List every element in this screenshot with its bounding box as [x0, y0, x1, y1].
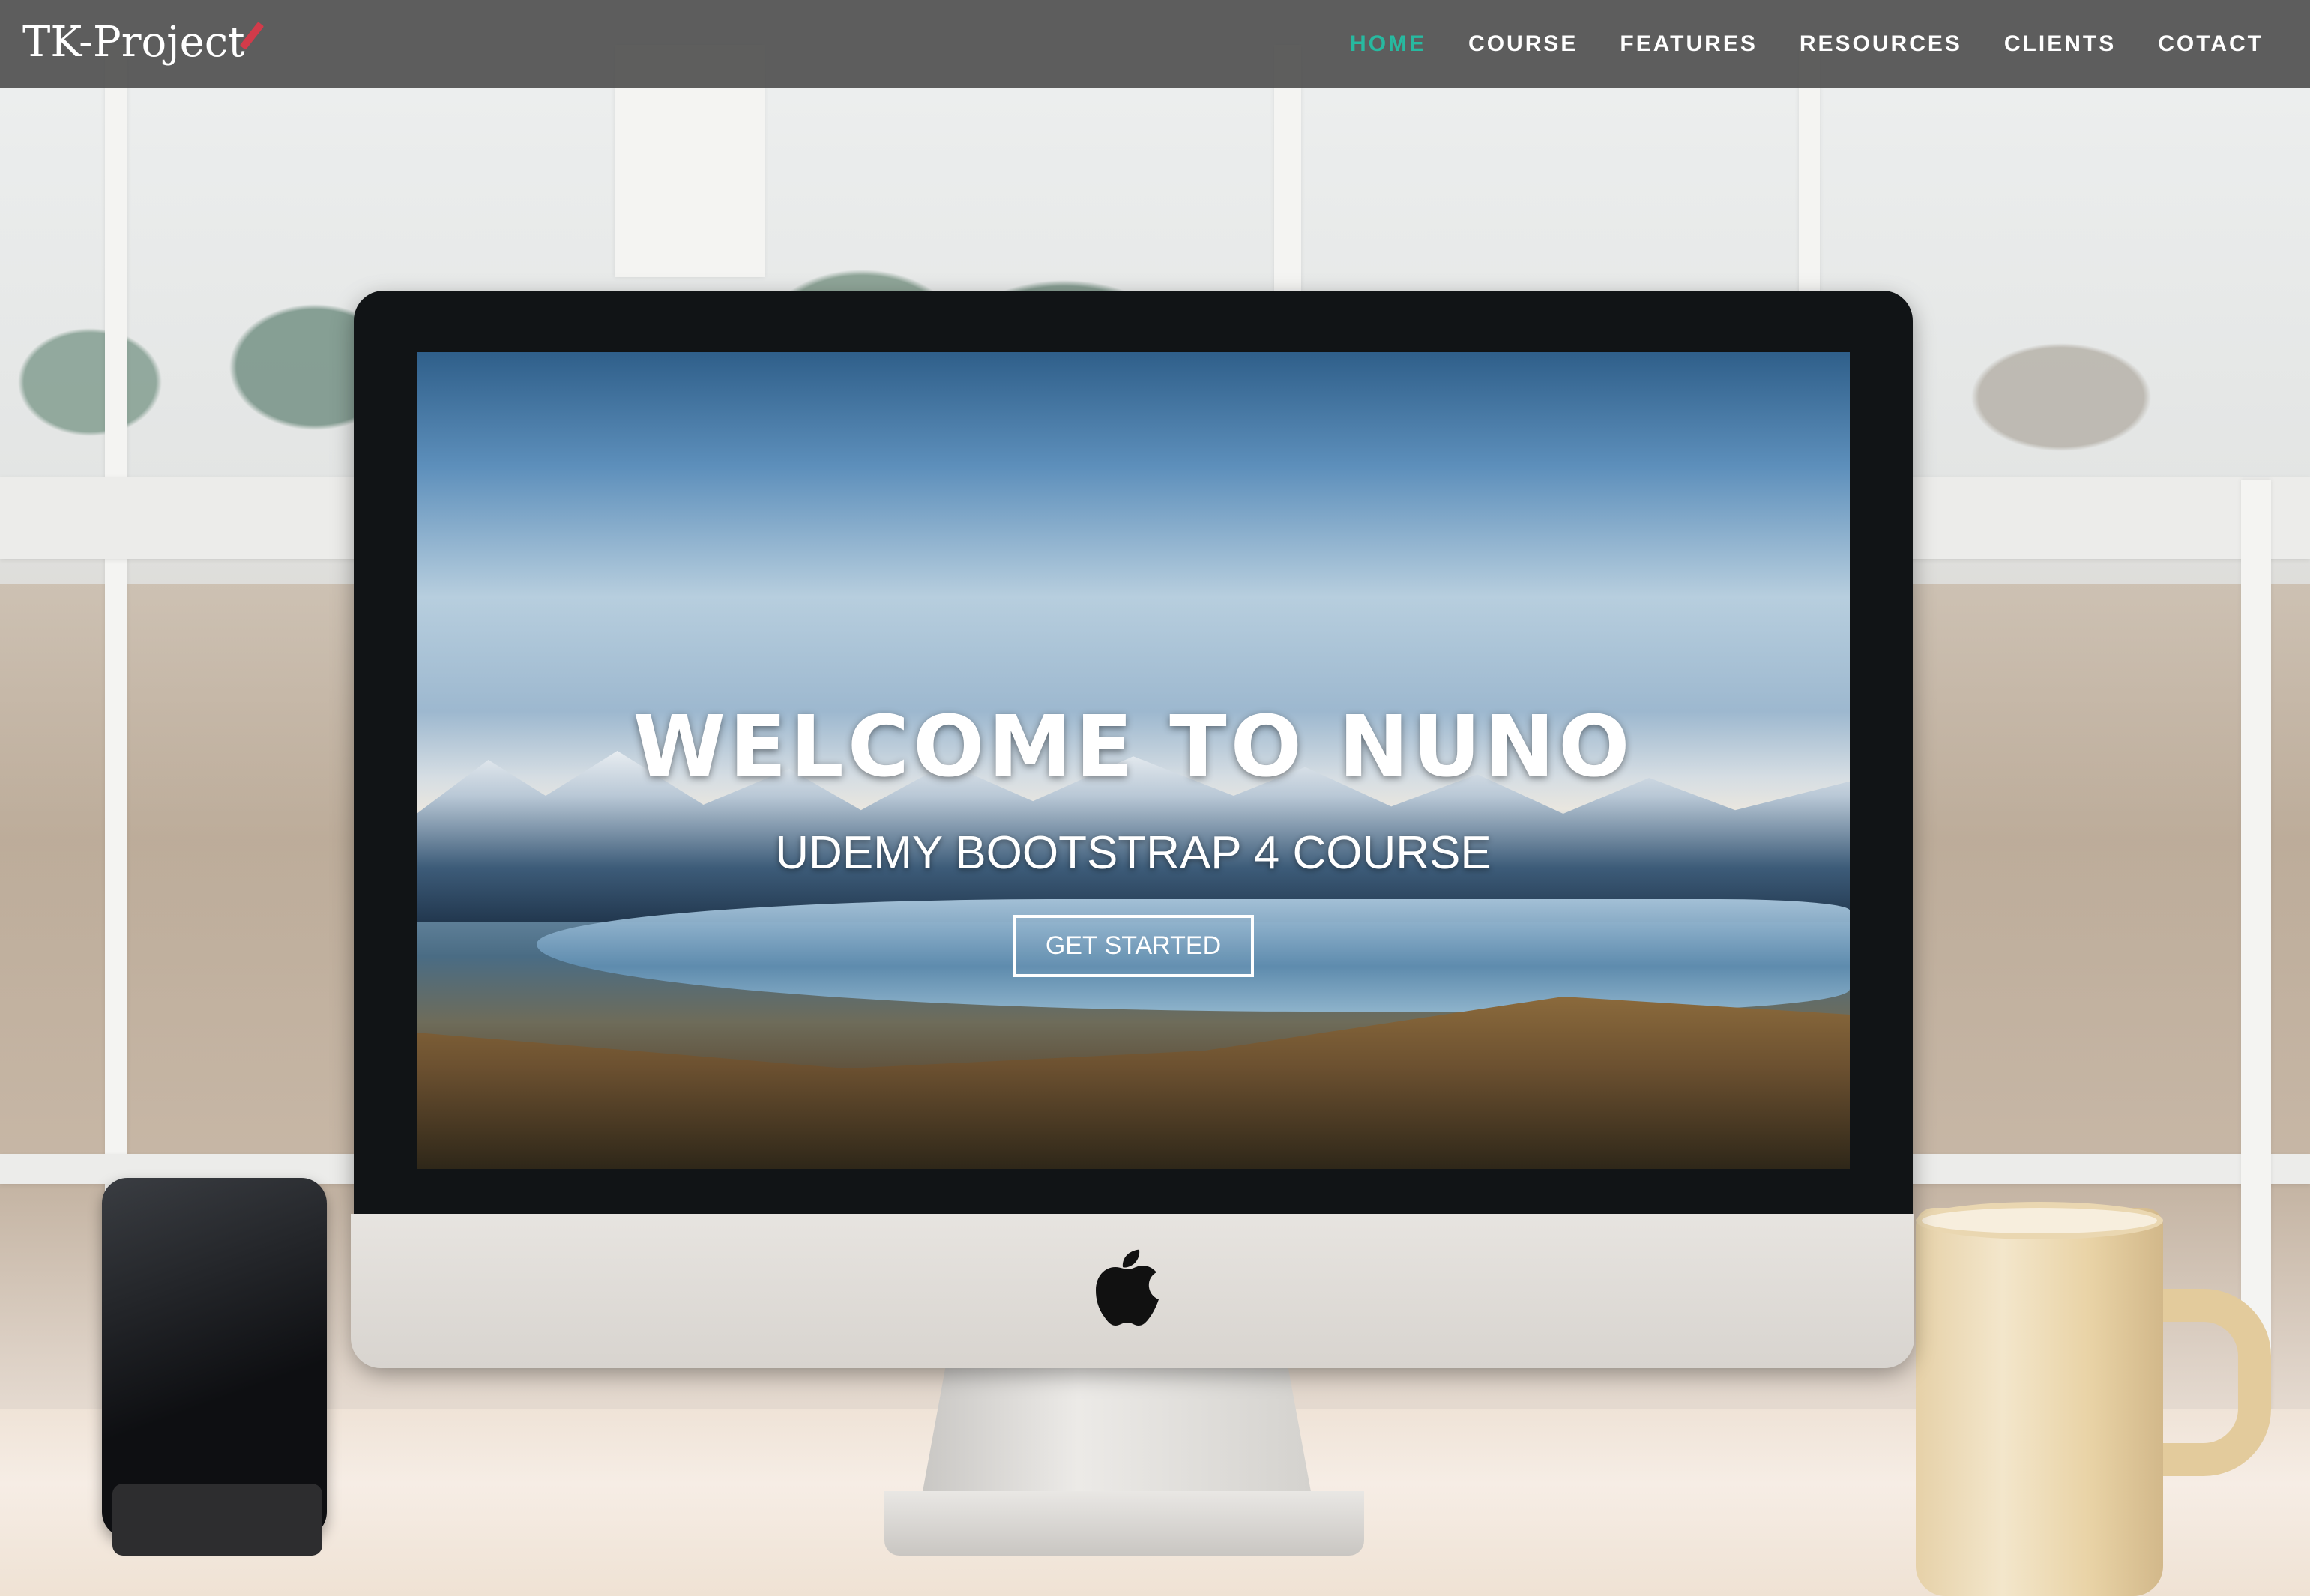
get-started-button[interactable]: GET STARTED [1012, 914, 1255, 977]
nav-item-features[interactable]: FEATURES [1620, 31, 1757, 57]
nav-item-resources[interactable]: RESOURCES [1800, 31, 1962, 57]
phone-dock [112, 1484, 322, 1556]
imac-stand-base [884, 1491, 1364, 1556]
coffee-mug [1916, 1208, 2163, 1596]
hero-title: WELCOME TO NUNO [633, 698, 1634, 796]
hero-subtitle: UDEMY BOOTSTRAP 4 COURSE [775, 827, 1492, 880]
hero-section: WELCOME TO NUNO UDEMY BOOTSTRAP 4 COURSE… [417, 697, 1850, 977]
navbar: TK-Project HOME COURSE FEATURES RESOURCE… [0, 0, 2310, 88]
screen-foreground [417, 997, 1850, 1169]
nav-item-home[interactable]: HOME [1350, 31, 1426, 57]
imac-stand [922, 1368, 1312, 1496]
brand-name: TK-Project [22, 18, 245, 67]
main-nav: HOME COURSE FEATURES RESOURCES CLIENTS C… [1350, 0, 2264, 88]
nav-item-contact[interactable]: COTACT [2158, 31, 2264, 57]
nav-item-clients[interactable]: CLIENTS [2004, 31, 2116, 57]
mug-rim [1916, 1202, 2163, 1239]
brand-logo[interactable]: TK-Project [22, 16, 264, 69]
nav-item-course[interactable]: COURSE [1468, 31, 1578, 57]
apple-logo-icon [1096, 1249, 1159, 1326]
